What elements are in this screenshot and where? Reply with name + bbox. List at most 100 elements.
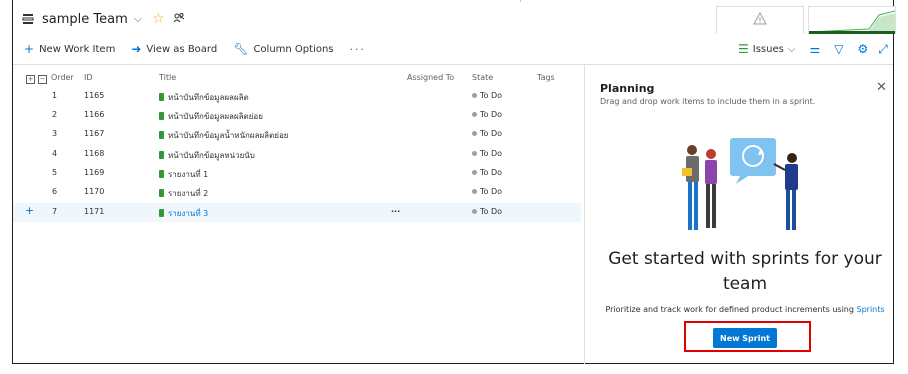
state-dot-icon <box>472 131 477 136</box>
star-icon[interactable]: ☆ <box>152 11 165 27</box>
col-order[interactable]: Order <box>51 73 74 82</box>
notification-thumbnail[interactable] <box>716 6 804 34</box>
col-assigned-to[interactable]: Assigned To <box>407 73 454 82</box>
collapse-all-icon[interactable]: − <box>38 75 47 84</box>
view-as-board-label: View as Board <box>146 43 218 55</box>
table-row[interactable]: 5 1169 รายงานที่ 1 To Do <box>13 164 581 183</box>
warning-icon <box>753 12 767 25</box>
view-as-board-button[interactable]: ➜ View as Board <box>131 42 217 56</box>
filter-icon[interactable]: ▽ <box>834 42 843 56</box>
table-row[interactable]: 2 1166 หน้าบันทึกข้อมูลผลผลิตย่อย To Do <box>13 106 581 125</box>
team-header: sample Team ⌵ ☆ <box>22 8 185 30</box>
new-work-item-label: New Work Item <box>39 43 116 55</box>
row-state: To Do <box>480 168 503 177</box>
row-title[interactable]: รายงานที่ 2 <box>168 189 208 198</box>
toolbar: + New Work Item ➜ View as Board 🔧︎ Colum… <box>24 40 366 58</box>
work-item-icon <box>159 131 164 139</box>
chart-thumbnail[interactable] <box>808 6 896 34</box>
row-state: To Do <box>480 149 503 158</box>
row-order: 6 <box>52 187 58 196</box>
row-state-cell: To Do <box>472 110 502 119</box>
table-row-selected[interactable]: + 7 1171 รายงานที่ 3 ··· To Do <box>13 203 581 222</box>
row-state: To Do <box>480 91 503 100</box>
row-title[interactable]: หน้าบันทึกข้อมูลผลผลิตย่อย <box>168 112 263 121</box>
more-actions-icon[interactable]: ··· <box>350 43 367 56</box>
row-title[interactable]: หน้าบันทึกข้อมูลหน่วยนับ <box>168 151 255 160</box>
top-divider <box>520 0 521 2</box>
row-title[interactable]: รายงานที่ 1 <box>168 170 208 179</box>
col-title[interactable]: Title <box>159 73 176 82</box>
empty-state-description: Prioritize and track work for defined pr… <box>595 305 895 314</box>
work-item-icon <box>159 209 164 217</box>
work-item-icon <box>159 170 164 178</box>
work-item-icon <box>159 93 164 101</box>
row-id: 1169 <box>84 168 105 177</box>
col-tags[interactable]: Tags <box>537 73 555 82</box>
row-title-cell[interactable]: หน้าบันทึกข้อมูลผลผลิตย่อย <box>159 110 263 123</box>
row-order: 5 <box>52 168 58 177</box>
planning-title: Planning <box>600 82 655 95</box>
col-state[interactable]: State <box>472 73 493 82</box>
new-work-item-button[interactable]: + New Work Item <box>24 42 115 56</box>
expand-collapse-controls[interactable]: + − <box>26 73 50 84</box>
new-sprint-button[interactable]: New Sprint <box>713 328 777 348</box>
add-child-icon[interactable]: + <box>25 204 34 217</box>
table-row[interactable]: 6 1170 รายงานที่ 2 To Do <box>13 183 581 202</box>
column-options-button[interactable]: 🔧︎ Column Options <box>233 42 333 56</box>
row-order: 7 <box>52 207 58 216</box>
row-title-cell[interactable]: รายงานที่ 3 <box>159 207 208 220</box>
chart-thumbnail-graphic <box>808 10 896 34</box>
state-dot-icon <box>472 189 477 194</box>
work-item-icon <box>159 112 164 120</box>
team-name[interactable]: sample Team <box>42 12 128 27</box>
close-icon[interactable]: ✕ <box>876 80 887 95</box>
plus-icon: + <box>24 42 35 56</box>
row-order: 4 <box>52 149 58 158</box>
row-id: 1165 <box>84 91 105 100</box>
row-title[interactable]: หน้าบันทึกข้อมูลน้ำหนักผลผลิตย่อย <box>168 131 288 140</box>
table-row[interactable]: 1 1165 หน้าบันทึกข้อมูลผลผลิต To Do <box>13 87 581 106</box>
table-row[interactable]: 3 1167 หน้าบันทึกข้อมูลน้ำหนักผลผลิตย่อย… <box>13 125 581 144</box>
people-icon[interactable] <box>173 12 185 27</box>
chevron-down-icon[interactable]: ⌵ <box>788 44 796 55</box>
work-item-icon <box>159 151 164 159</box>
work-item-icon <box>159 189 164 197</box>
table-row[interactable]: 4 1168 หน้าบันทึกข้อมูลหน่วยนับ To Do <box>13 145 581 164</box>
state-dot-icon <box>472 151 477 156</box>
row-state-cell: To Do <box>472 187 502 196</box>
row-title-cell[interactable]: หน้าบันทึกข้อมูลน้ำหนักผลผลิตย่อย <box>159 129 288 142</box>
row-id: 1170 <box>84 187 105 196</box>
row-title-cell[interactable]: หน้าบันทึกข้อมูลหน่วยนับ <box>159 149 255 162</box>
empty-state-headline: Get started with sprints for your team <box>608 249 882 294</box>
row-title[interactable]: หน้าบันทึกข้อมูลผลผลิต <box>168 93 249 102</box>
row-state: To Do <box>480 187 503 196</box>
row-state: To Do <box>480 110 503 119</box>
expand-all-icon[interactable]: + <box>26 75 35 84</box>
row-title-cell[interactable]: หน้าบันทึกข้อมูลผลผลิต <box>159 91 249 104</box>
row-state-cell: To Do <box>472 149 502 158</box>
row-more-icon[interactable]: ··· <box>391 207 400 216</box>
planning-subtitle: Drag and drop work items to include them… <box>600 97 816 106</box>
issues-icon: ☰ <box>738 42 749 56</box>
backlog-icon <box>22 14 34 24</box>
description-text: Prioritize and track work for defined pr… <box>605 305 854 314</box>
expand-icon[interactable]: ⤢ <box>878 42 888 57</box>
row-order: 3 <box>52 129 58 138</box>
issues-filter[interactable]: Issues <box>753 44 784 55</box>
row-title-cell[interactable]: รายงานที่ 1 <box>159 168 208 181</box>
sprint-illustration <box>682 138 798 230</box>
row-title[interactable]: รายงานที่ 3 <box>168 209 208 218</box>
col-id[interactable]: ID <box>84 73 93 82</box>
sprints-link[interactable]: Sprints <box>857 305 885 314</box>
right-toolbar: ☰ Issues ⌵ ⚌ ▽ ⚙ ⤢ <box>738 40 888 58</box>
row-title-cell[interactable]: รายงานที่ 2 <box>159 187 208 200</box>
state-dot-icon <box>472 209 477 214</box>
row-order: 1 <box>52 91 58 100</box>
row-id: 1167 <box>84 129 105 138</box>
settings-sliders-icon[interactable]: ⚌ <box>809 42 820 56</box>
state-dot-icon <box>472 112 477 117</box>
state-dot-icon <box>472 93 477 98</box>
row-id: 1166 <box>84 110 105 119</box>
chevron-down-icon[interactable]: ⌵ <box>134 12 142 26</box>
gear-icon[interactable]: ⚙ <box>857 42 868 56</box>
